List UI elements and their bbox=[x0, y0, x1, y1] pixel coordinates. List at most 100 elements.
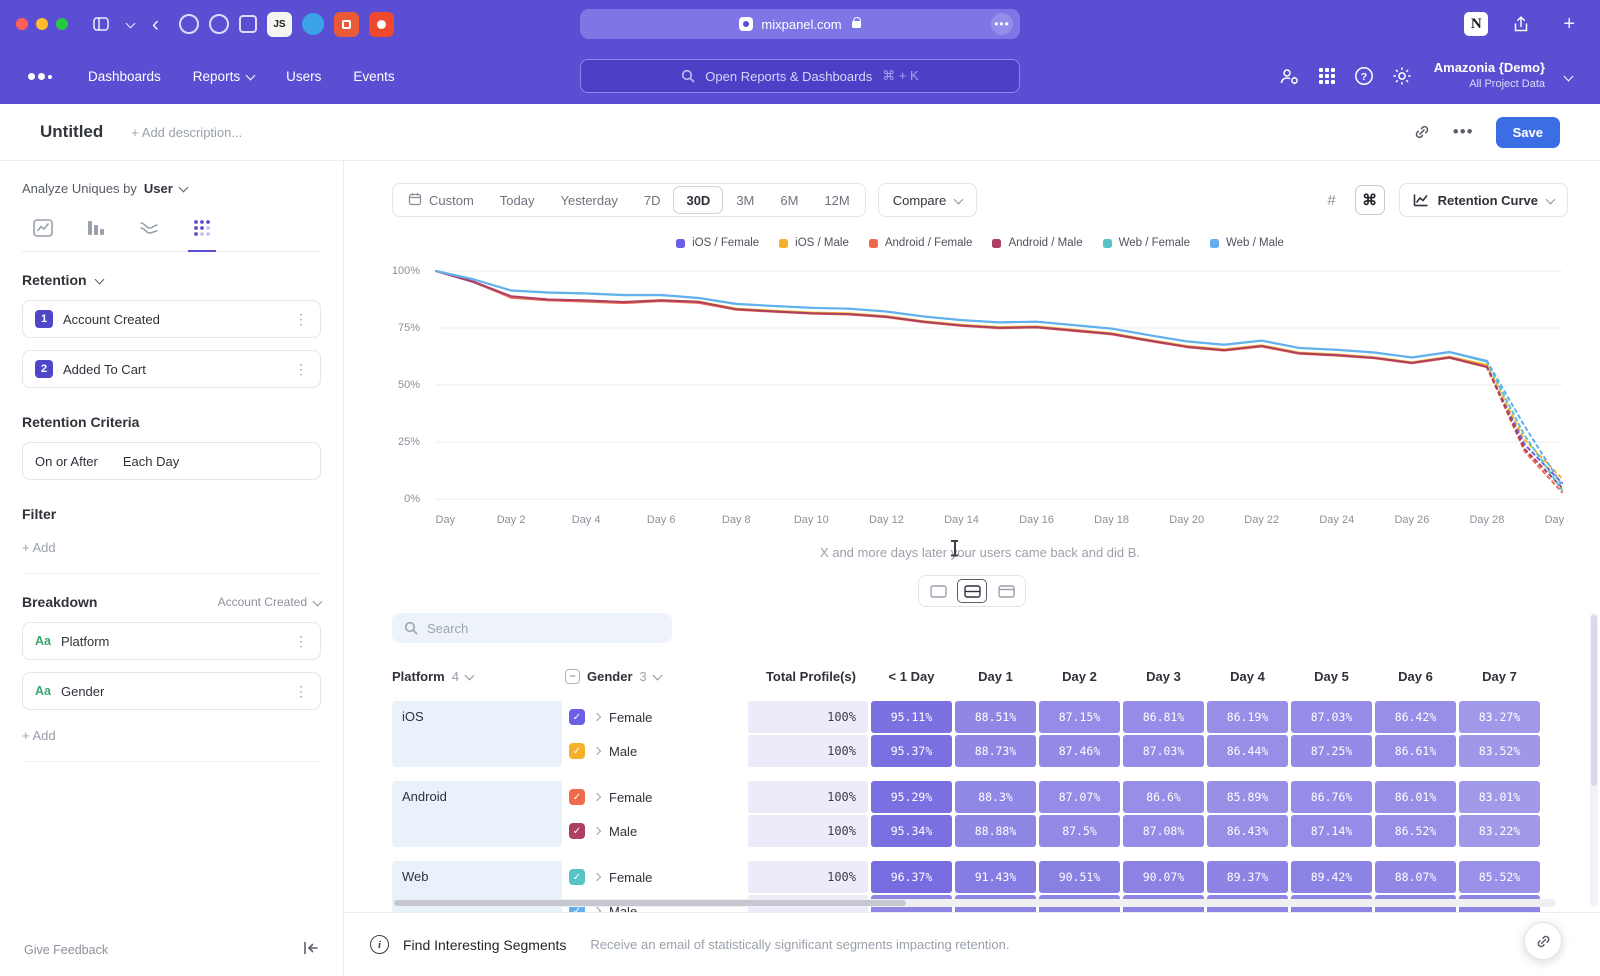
kebab-menu-icon[interactable]: ⋮ bbox=[294, 312, 308, 326]
url-options-button[interactable]: ••• bbox=[991, 13, 1013, 35]
retention-value-cell[interactable]: 88.07% bbox=[1375, 861, 1456, 893]
extension-icon-js[interactable]: JS bbox=[267, 12, 292, 37]
retention-value-cell[interactable]: 89.37% bbox=[1207, 861, 1288, 893]
legend-item[interactable]: iOS / Male bbox=[779, 237, 849, 249]
minimize-window-button[interactable] bbox=[36, 18, 48, 30]
apps-grid-icon[interactable] bbox=[1318, 67, 1336, 85]
add-breakdown-button[interactable]: + Add bbox=[22, 728, 56, 743]
column-header-day-3[interactable]: Day 3 bbox=[1123, 669, 1204, 684]
retention-section-header[interactable]: Retention bbox=[22, 272, 321, 288]
date-range-30d[interactable]: 30D bbox=[673, 186, 723, 214]
users-management-icon[interactable] bbox=[1278, 66, 1300, 86]
url-bar[interactable]: mixpanel.com ••• bbox=[580, 9, 1020, 39]
retention-value-cell[interactable]: 88.51% bbox=[955, 701, 1036, 733]
column-header-day-5[interactable]: Day 5 bbox=[1291, 669, 1372, 684]
criteria-operator-dropdown[interactable]: On or After bbox=[35, 454, 98, 469]
retention-value-cell[interactable]: 91.43% bbox=[955, 861, 1036, 893]
retention-value-cell[interactable]: 87.03% bbox=[1123, 735, 1204, 767]
column-header-day-2[interactable]: Day 2 bbox=[1039, 669, 1120, 684]
help-icon[interactable]: ? bbox=[1354, 66, 1374, 86]
checkbox-icon[interactable]: ✓ bbox=[569, 709, 585, 725]
legend-item[interactable]: Web / Female bbox=[1103, 237, 1190, 249]
extension-icon-1[interactable] bbox=[179, 14, 199, 34]
retention-value-cell[interactable]: 87.46% bbox=[1039, 735, 1120, 767]
retention-value-cell[interactable]: 90.51% bbox=[1039, 861, 1120, 893]
checkbox-icon[interactable]: ✓ bbox=[569, 869, 585, 885]
retention-value-cell[interactable]: 83.01% bbox=[1459, 781, 1540, 813]
date-range-12m[interactable]: 12M bbox=[811, 184, 862, 216]
platform-cell[interactable]: iOS bbox=[392, 701, 562, 767]
hash-grid-icon[interactable]: # bbox=[1317, 185, 1347, 215]
column-header-day-1[interactable]: Day 1 bbox=[955, 669, 1036, 684]
breakdown-scope-dropdown[interactable]: Account Created bbox=[218, 595, 321, 609]
retention-value-cell[interactable]: 87.14% bbox=[1291, 815, 1372, 847]
retention-value-cell[interactable]: 86.52% bbox=[1375, 815, 1456, 847]
tab-retention[interactable] bbox=[188, 211, 216, 251]
retention-value-cell[interactable]: 86.61% bbox=[1375, 735, 1456, 767]
retention-value-cell[interactable]: 88.3% bbox=[955, 781, 1036, 813]
retention-value-cell[interactable]: 86.6% bbox=[1123, 781, 1204, 813]
retention-value-cell[interactable]: 86.76% bbox=[1291, 781, 1372, 813]
retention-value-cell[interactable]: 86.19% bbox=[1207, 701, 1288, 733]
kebab-menu-icon[interactable]: ⋮ bbox=[294, 362, 308, 376]
zoom-window-button[interactable] bbox=[56, 18, 68, 30]
legend-item[interactable]: iOS / Female bbox=[676, 237, 759, 249]
retention-value-cell[interactable]: 87.25% bbox=[1291, 735, 1372, 767]
project-switcher[interactable]: Amazonia {Demo} All Project Data bbox=[1434, 60, 1545, 91]
add-filter-button[interactable]: + Add bbox=[22, 540, 56, 555]
chevron-down-icon[interactable] bbox=[127, 22, 134, 27]
retention-value-cell[interactable]: 87.5% bbox=[1039, 815, 1120, 847]
retention-value-cell[interactable]: 83.52% bbox=[1459, 735, 1540, 767]
retention-value-cell[interactable]: 86.81% bbox=[1123, 701, 1204, 733]
select-all-checkbox[interactable]: – bbox=[565, 669, 580, 684]
retention-value-cell[interactable]: 86.01% bbox=[1375, 781, 1456, 813]
kebab-menu-icon[interactable]: ⋮ bbox=[294, 634, 308, 648]
retention-value-cell[interactable]: 87.07% bbox=[1039, 781, 1120, 813]
share-link-floating-button[interactable] bbox=[1524, 922, 1562, 960]
view-split-button[interactable] bbox=[957, 579, 987, 603]
retention-value-cell[interactable]: 88.73% bbox=[955, 735, 1036, 767]
retention-step[interactable]: 2Added To Cart⋮ bbox=[22, 350, 321, 388]
scrollbar-thumb[interactable] bbox=[1591, 615, 1597, 786]
settings-gear-icon[interactable] bbox=[1392, 66, 1412, 86]
retention-value-cell[interactable]: 87.15% bbox=[1039, 701, 1120, 733]
retention-value-cell[interactable]: 95.37% bbox=[871, 735, 952, 767]
retention-value-cell[interactable]: 95.11% bbox=[871, 701, 952, 733]
gender-cell[interactable]: ✓Female bbox=[565, 861, 745, 893]
column-header-gender[interactable]: – Gender 3 bbox=[565, 669, 745, 684]
checkbox-icon[interactable]: ✓ bbox=[569, 789, 585, 805]
retention-value-cell[interactable]: 86.42% bbox=[1375, 701, 1456, 733]
retention-value-cell[interactable]: 87.08% bbox=[1123, 815, 1204, 847]
view-table-only-button[interactable] bbox=[991, 579, 1021, 603]
collapse-sidebar-icon[interactable] bbox=[303, 941, 319, 960]
nav-item-reports[interactable]: Reports bbox=[193, 69, 254, 84]
date-range-7d[interactable]: 7D bbox=[631, 184, 674, 216]
column-header-platform[interactable]: Platform 4 bbox=[392, 669, 562, 684]
breakdown-item[interactable]: AaPlatform⋮ bbox=[22, 622, 321, 660]
gender-cell[interactable]: ✓Male bbox=[565, 735, 745, 767]
retention-value-cell[interactable]: 95.34% bbox=[871, 815, 952, 847]
date-range-custom[interactable]: Custom bbox=[395, 184, 487, 216]
date-range-yesterday[interactable]: Yesterday bbox=[548, 184, 631, 216]
retention-value-cell[interactable]: 83.27% bbox=[1459, 701, 1540, 733]
legend-item[interactable]: Android / Female bbox=[869, 237, 973, 249]
retention-value-cell[interactable]: 85.89% bbox=[1207, 781, 1288, 813]
scrollbar-thumb[interactable] bbox=[394, 900, 906, 906]
kebab-menu-icon[interactable]: ⋮ bbox=[294, 684, 308, 698]
retention-value-cell[interactable]: 86.44% bbox=[1207, 735, 1288, 767]
platform-cell[interactable]: Android bbox=[392, 781, 562, 847]
save-button[interactable]: Save bbox=[1496, 117, 1560, 148]
mixpanel-logo[interactable] bbox=[28, 73, 52, 80]
retention-value-cell[interactable]: 83.22% bbox=[1459, 815, 1540, 847]
give-feedback-link[interactable]: Give Feedback bbox=[24, 943, 108, 957]
checkbox-icon[interactable]: ✓ bbox=[569, 743, 585, 759]
copy-link-icon[interactable] bbox=[1413, 123, 1431, 141]
date-range-6m[interactable]: 6M bbox=[767, 184, 811, 216]
date-range-today[interactable]: Today bbox=[487, 184, 548, 216]
extension-icon-5[interactable] bbox=[334, 12, 359, 37]
extension-icon-3[interactable] bbox=[239, 15, 257, 33]
browser-sidebar-icon[interactable] bbox=[93, 17, 109, 31]
tab-flows[interactable] bbox=[134, 211, 164, 251]
chart-type-dropdown[interactable]: Retention Curve bbox=[1399, 183, 1568, 217]
breakdown-item[interactable]: AaGender⋮ bbox=[22, 672, 321, 710]
